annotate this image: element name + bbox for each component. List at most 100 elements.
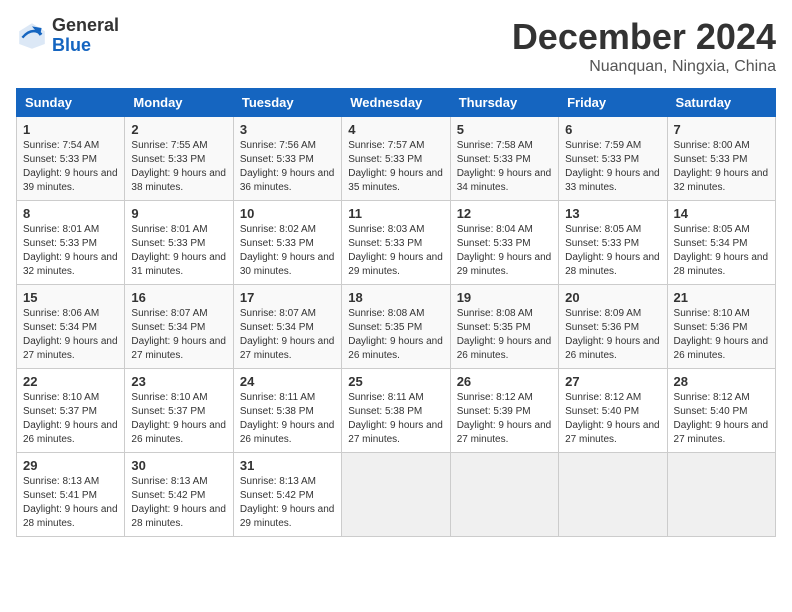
calendar-day-cell: 4 Sunrise: 7:57 AMSunset: 5:33 PMDaylight… bbox=[342, 117, 450, 201]
weekday-header: Sunday bbox=[17, 89, 125, 117]
logo-blue: Blue bbox=[52, 36, 119, 56]
calendar-day-cell: 20 Sunrise: 8:09 AMSunset: 5:36 PMDayligh… bbox=[559, 285, 667, 369]
calendar-table: SundayMondayTuesdayWednesdayThursdayFrid… bbox=[16, 88, 776, 537]
day-info: Sunrise: 8:08 AMSunset: 5:35 PMDaylight:… bbox=[457, 307, 552, 363]
day-info: Sunrise: 8:12 AMSunset: 5:40 PMDaylight:… bbox=[565, 391, 660, 447]
calendar-day-cell: 21 Sunrise: 8:10 AMSunset: 5:36 PMDayligh… bbox=[667, 285, 775, 369]
day-number: 26 bbox=[457, 374, 552, 389]
day-number: 4 bbox=[348, 122, 443, 137]
location: Nuanquan, Ningxia, China bbox=[512, 58, 776, 76]
day-number: 23 bbox=[131, 374, 226, 389]
day-info: Sunrise: 8:11 AMSunset: 5:38 PMDaylight:… bbox=[240, 391, 335, 447]
calendar-day-cell: 1Sunrise: 7:54 AMSunset: 5:33 PMDaylight… bbox=[17, 117, 125, 201]
calendar-day-cell: 17Sunrise: 8:07 AMSunset: 5:34 PMDayligh… bbox=[233, 285, 341, 369]
day-number: 10 bbox=[240, 206, 335, 221]
day-number: 30 bbox=[131, 458, 226, 473]
calendar-day-cell: 6Sunrise: 7:59 AMSunset: 5:33 PMDaylight… bbox=[559, 117, 667, 201]
calendar-week-row: 22 Sunrise: 8:10 AMSunset: 5:37 PMDayligh… bbox=[17, 369, 776, 453]
day-number: 8 bbox=[23, 206, 118, 221]
calendar-day-cell: 10Sunrise: 8:02 AMSunset: 5:33 PMDayligh… bbox=[233, 201, 341, 285]
day-info: Sunrise: 8:13 AMSunset: 5:42 PMDaylight:… bbox=[240, 475, 335, 531]
day-info: Sunrise: 7:54 AMSunset: 5:33 PMDaylight:… bbox=[23, 139, 118, 195]
day-info: Sunrise: 8:01 AMSunset: 5:33 PMDaylight:… bbox=[23, 223, 118, 279]
weekday-header: Thursday bbox=[450, 89, 558, 117]
calendar-week-row: 29 Sunrise: 8:13 AMSunset: 5:41 PMDayligh… bbox=[17, 453, 776, 537]
day-info: Sunrise: 7:58 AMSunset: 5:33 PMDaylight:… bbox=[457, 139, 552, 195]
day-number: 3 bbox=[240, 122, 335, 137]
title-block: December 2024 Nuanquan, Ningxia, China bbox=[512, 16, 776, 76]
calendar-day-cell bbox=[559, 453, 667, 537]
day-info: Sunrise: 8:09 AMSunset: 5:36 PMDaylight:… bbox=[565, 307, 660, 363]
day-info: Sunrise: 8:05 AMSunset: 5:34 PMDaylight:… bbox=[674, 223, 769, 279]
day-info: Sunrise: 8:10 AMSunset: 5:37 PMDaylight:… bbox=[131, 391, 226, 447]
day-number: 15 bbox=[23, 290, 118, 305]
calendar-day-cell: 13Sunrise: 8:05 AMSunset: 5:33 PMDayligh… bbox=[559, 201, 667, 285]
weekday-header: Monday bbox=[125, 89, 233, 117]
calendar-day-cell: 29 Sunrise: 8:13 AMSunset: 5:41 PMDayligh… bbox=[17, 453, 125, 537]
calendar-day-cell: 30 Sunrise: 8:13 AMSunset: 5:42 PMDayligh… bbox=[125, 453, 233, 537]
day-info: Sunrise: 8:13 AMSunset: 5:41 PMDaylight:… bbox=[23, 475, 118, 531]
calendar-day-cell: 31Sunrise: 8:13 AMSunset: 5:42 PMDayligh… bbox=[233, 453, 341, 537]
month-title: December 2024 bbox=[512, 16, 776, 58]
day-number: 14 bbox=[674, 206, 769, 221]
day-number: 18 bbox=[348, 290, 443, 305]
day-info: Sunrise: 8:13 AMSunset: 5:42 PMDaylight:… bbox=[131, 475, 226, 531]
day-number: 20 bbox=[565, 290, 660, 305]
day-number: 27 bbox=[565, 374, 660, 389]
day-number: 2 bbox=[131, 122, 226, 137]
calendar-day-cell: 23 Sunrise: 8:10 AMSunset: 5:37 PMDayligh… bbox=[125, 369, 233, 453]
day-number: 28 bbox=[674, 374, 769, 389]
day-number: 11 bbox=[348, 206, 443, 221]
day-info: Sunrise: 8:10 AMSunset: 5:36 PMDaylight:… bbox=[674, 307, 769, 363]
calendar-day-cell: 24 Sunrise: 8:11 AMSunset: 5:38 PMDayligh… bbox=[233, 369, 341, 453]
day-number: 7 bbox=[674, 122, 769, 137]
day-number: 13 bbox=[565, 206, 660, 221]
logo-general: General bbox=[52, 16, 119, 36]
calendar-day-cell: 19Sunrise: 8:08 AMSunset: 5:35 PMDayligh… bbox=[450, 285, 558, 369]
calendar-day-cell: 7Sunrise: 8:00 AMSunset: 5:33 PMDaylight… bbox=[667, 117, 775, 201]
day-number: 24 bbox=[240, 374, 335, 389]
calendar-day-cell: 25Sunrise: 8:11 AMSunset: 5:38 PMDayligh… bbox=[342, 369, 450, 453]
logo-text: General Blue bbox=[52, 16, 119, 56]
calendar-day-cell: 26 Sunrise: 8:12 AMSunset: 5:39 PMDayligh… bbox=[450, 369, 558, 453]
weekday-header: Wednesday bbox=[342, 89, 450, 117]
day-number: 12 bbox=[457, 206, 552, 221]
day-info: Sunrise: 8:10 AMSunset: 5:37 PMDaylight:… bbox=[23, 391, 118, 447]
day-number: 22 bbox=[23, 374, 118, 389]
calendar-day-cell: 27 Sunrise: 8:12 AMSunset: 5:40 PMDayligh… bbox=[559, 369, 667, 453]
day-number: 21 bbox=[674, 290, 769, 305]
page-header: General Blue December 2024 Nuanquan, Nin… bbox=[16, 16, 776, 76]
day-info: Sunrise: 8:04 AMSunset: 5:33 PMDaylight:… bbox=[457, 223, 552, 279]
weekday-header: Tuesday bbox=[233, 89, 341, 117]
day-info: Sunrise: 7:57 AMSunset: 5:33 PMDaylight:… bbox=[348, 139, 443, 195]
calendar-day-cell: 16Sunrise: 8:07 AMSunset: 5:34 PMDayligh… bbox=[125, 285, 233, 369]
calendar-day-cell: 18Sunrise: 8:08 AMSunset: 5:35 PMDayligh… bbox=[342, 285, 450, 369]
day-info: Sunrise: 8:12 AMSunset: 5:40 PMDaylight:… bbox=[674, 391, 769, 447]
calendar-day-cell: 5Sunrise: 7:58 AMSunset: 5:33 PMDaylight… bbox=[450, 117, 558, 201]
calendar-day-cell bbox=[667, 453, 775, 537]
day-info: Sunrise: 8:06 AMSunset: 5:34 PMDaylight:… bbox=[23, 307, 118, 363]
weekday-header: Friday bbox=[559, 89, 667, 117]
day-info: Sunrise: 7:59 AMSunset: 5:33 PMDaylight:… bbox=[565, 139, 660, 195]
calendar-day-cell: 8 Sunrise: 8:01 AMSunset: 5:33 PMDaylight… bbox=[17, 201, 125, 285]
calendar-day-cell: 14 Sunrise: 8:05 AMSunset: 5:34 PMDayligh… bbox=[667, 201, 775, 285]
calendar-day-cell: 22 Sunrise: 8:10 AMSunset: 5:37 PMDayligh… bbox=[17, 369, 125, 453]
day-info: Sunrise: 7:55 AMSunset: 5:33 PMDaylight:… bbox=[131, 139, 226, 195]
day-info: Sunrise: 8:01 AMSunset: 5:33 PMDaylight:… bbox=[131, 223, 226, 279]
day-number: 9 bbox=[131, 206, 226, 221]
calendar-day-cell bbox=[450, 453, 558, 537]
calendar-day-cell: 11 Sunrise: 8:03 AMSunset: 5:33 PMDayligh… bbox=[342, 201, 450, 285]
logo: General Blue bbox=[16, 16, 119, 56]
day-info: Sunrise: 8:03 AMSunset: 5:33 PMDaylight:… bbox=[348, 223, 443, 279]
calendar-week-row: 15 Sunrise: 8:06 AMSunset: 5:34 PMDayligh… bbox=[17, 285, 776, 369]
day-number: 29 bbox=[23, 458, 118, 473]
day-number: 16 bbox=[131, 290, 226, 305]
calendar-day-cell: 9 Sunrise: 8:01 AMSunset: 5:33 PMDaylight… bbox=[125, 201, 233, 285]
calendar-day-cell: 15 Sunrise: 8:06 AMSunset: 5:34 PMDayligh… bbox=[17, 285, 125, 369]
day-info: Sunrise: 8:12 AMSunset: 5:39 PMDaylight:… bbox=[457, 391, 552, 447]
calendar-day-cell: 12 Sunrise: 8:04 AMSunset: 5:33 PMDayligh… bbox=[450, 201, 558, 285]
calendar-day-cell: 28 Sunrise: 8:12 AMSunset: 5:40 PMDayligh… bbox=[667, 369, 775, 453]
day-info: Sunrise: 8:11 AMSunset: 5:38 PMDaylight:… bbox=[348, 391, 443, 447]
day-info: Sunrise: 8:07 AMSunset: 5:34 PMDaylight:… bbox=[240, 307, 335, 363]
calendar-day-cell: 2 Sunrise: 7:55 AMSunset: 5:33 PMDaylight… bbox=[125, 117, 233, 201]
